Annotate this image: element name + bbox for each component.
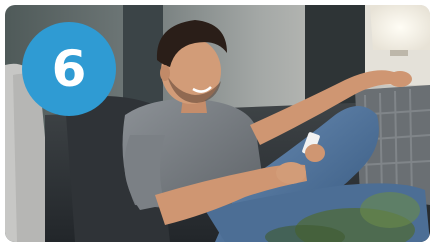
badge-number: 6 — [51, 40, 87, 98]
number-badge: 6 — [22, 22, 116, 116]
photo-card: 6 — [5, 5, 430, 242]
